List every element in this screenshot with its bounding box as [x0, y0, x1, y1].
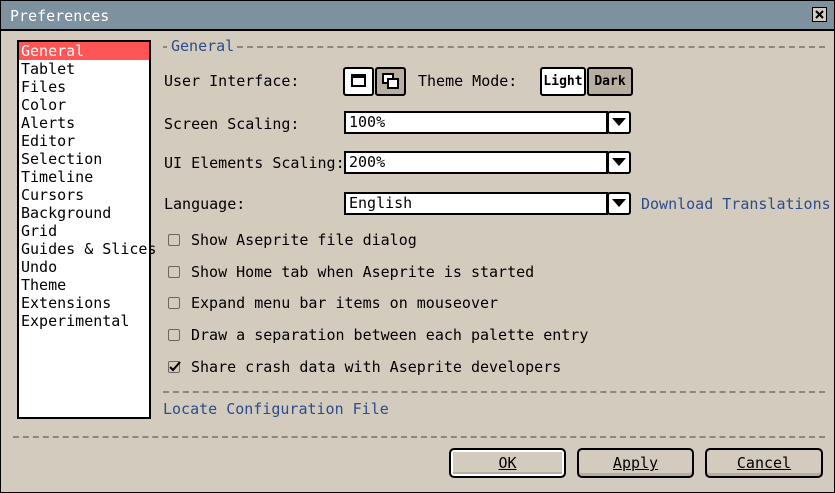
sidebar-item-theme[interactable]: Theme: [19, 276, 149, 294]
checkbox-label: Show Aseprite file dialog: [191, 231, 417, 249]
cancel-button[interactable]: Cancel: [705, 448, 823, 478]
title-bar[interactable]: Preferences: [1, 1, 834, 31]
sidebar-item-selection[interactable]: Selection: [19, 150, 149, 168]
sidebar-item-timeline[interactable]: Timeline: [19, 168, 149, 186]
screen-scaling-label: Screen Scaling:: [164, 115, 300, 133]
language-dropdown-button[interactable]: [607, 192, 631, 215]
multiple-windows-mode-button[interactable]: [375, 67, 406, 96]
apply-button[interactable]: Apply: [577, 448, 694, 478]
locate-config-link[interactable]: Locate Configuration File: [163, 400, 389, 418]
checkbox-box[interactable]: [168, 329, 180, 341]
sidebar-item-extensions[interactable]: Extensions: [19, 294, 149, 312]
checkbox-label: Show Home tab when Aseprite is started: [191, 263, 535, 281]
window-title: Preferences: [10, 7, 110, 25]
preferences-dialog: Preferences General Tablet Files Color A…: [0, 0, 835, 493]
sidebar-item-files[interactable]: Files: [19, 78, 149, 96]
checkmark-icon: [169, 361, 181, 372]
language-select[interactable]: English: [344, 192, 608, 215]
single-window-mode-button[interactable]: [343, 67, 374, 96]
screen-scaling-dropdown-button[interactable]: [607, 111, 631, 134]
sidebar-item-general[interactable]: General: [19, 42, 149, 60]
chevron-down-icon: [612, 199, 626, 207]
section-title: General: [171, 37, 235, 55]
checkbox-box[interactable]: [168, 297, 180, 309]
sidebar-item-editor[interactable]: Editor: [19, 132, 149, 150]
chevron-down-icon: [612, 118, 626, 126]
category-list: General Tablet Files Color Alerts Editor…: [17, 40, 156, 419]
checkbox-label: Draw a separation between each palette e…: [191, 326, 589, 344]
checkbox-box[interactable]: [168, 361, 181, 373]
close-button[interactable]: [812, 7, 827, 22]
sidebar-item-guides-slices[interactable]: Guides & Slices: [19, 240, 156, 258]
checkbox-label: Share crash data with Aseprite developer…: [191, 358, 562, 376]
apply-button-label: Apply: [612, 454, 659, 472]
ok-button-label: OK: [498, 454, 517, 472]
ok-button[interactable]: OK: [449, 448, 566, 478]
checkbox-box[interactable]: [168, 266, 180, 278]
checkbox-label: Expand menu bar items on mouseover: [191, 294, 499, 312]
ui-elements-scaling-label: UI Elements Scaling:: [164, 154, 345, 172]
theme-dark-button[interactable]: Dark: [587, 67, 633, 96]
sidebar-item-undo[interactable]: Undo: [19, 258, 149, 276]
sidebar-item-background[interactable]: Background: [19, 204, 149, 222]
theme-light-button[interactable]: Light: [540, 67, 586, 96]
checkbox-box[interactable]: [168, 234, 180, 246]
sidebar-item-grid[interactable]: Grid: [19, 222, 149, 240]
sidebar-item-alerts[interactable]: Alerts: [19, 114, 149, 132]
section-divider: [237, 46, 825, 48]
download-translations-link[interactable]: Download Translations: [641, 195, 831, 213]
language-label: Language:: [164, 195, 246, 213]
user-interface-label: User Interface:: [164, 72, 300, 90]
ui-elements-scaling-select[interactable]: 200%: [344, 151, 608, 174]
sidebar-item-color[interactable]: Color: [19, 96, 149, 114]
screen-scaling-select[interactable]: 100%: [344, 111, 608, 134]
footer-divider: [13, 436, 825, 438]
sidebar-item-cursors[interactable]: Cursors: [19, 186, 149, 204]
theme-mode-label: Theme Mode:: [418, 72, 518, 90]
section-divider-bottom: [163, 391, 825, 393]
close-icon: [815, 10, 824, 19]
single-window-icon: [351, 74, 366, 87]
section-divider-left: [163, 46, 167, 48]
cancel-button-label: Cancel: [736, 454, 792, 472]
chevron-down-icon: [612, 158, 626, 166]
ui-elements-scaling-dropdown-button[interactable]: [607, 151, 631, 174]
sidebar-item-tablet[interactable]: Tablet: [19, 60, 149, 78]
sidebar-item-experimental[interactable]: Experimental: [19, 312, 149, 330]
multiple-windows-icon: [382, 73, 399, 89]
